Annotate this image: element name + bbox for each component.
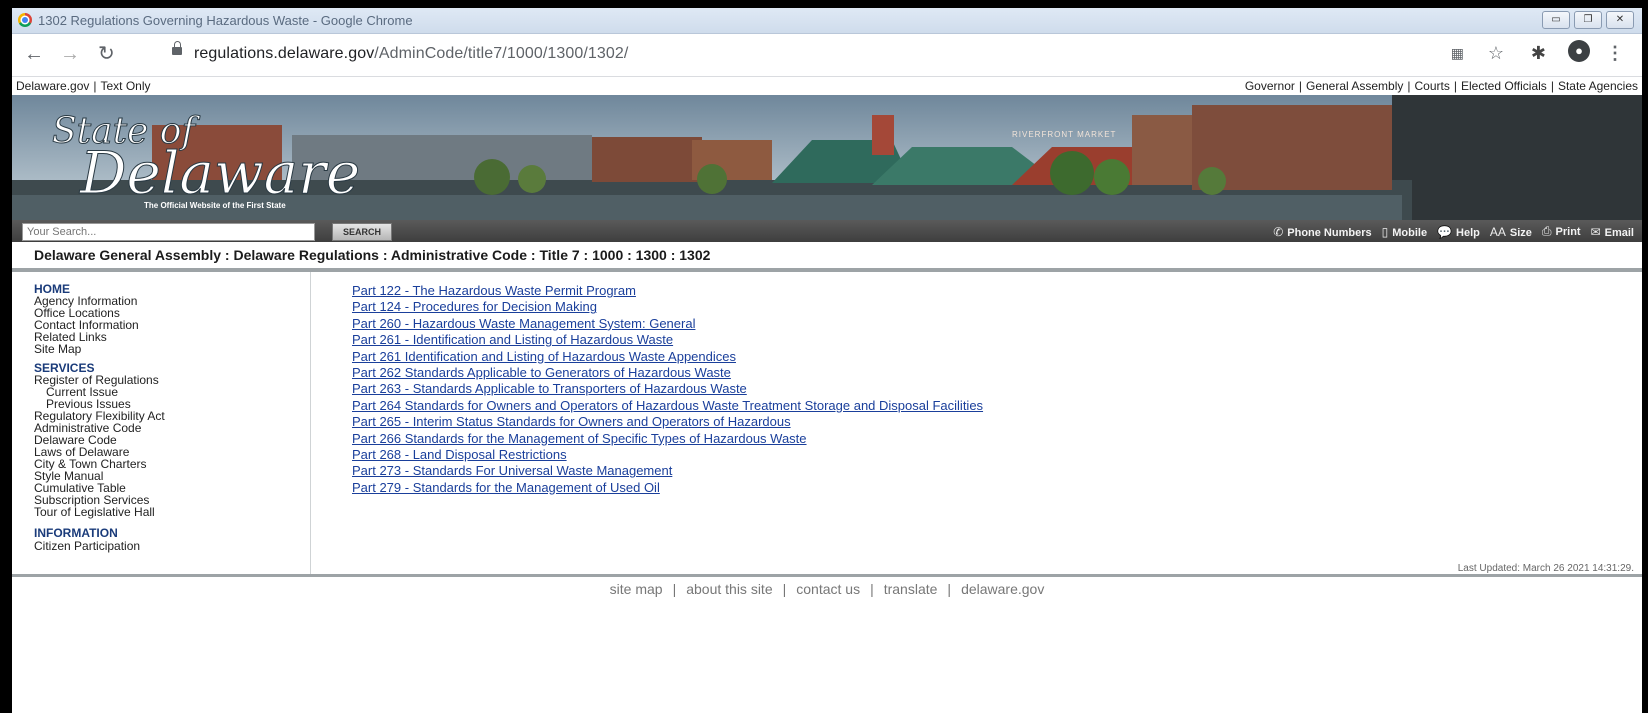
- part-link[interactable]: Part 260 - Hazardous Waste Management Sy…: [352, 316, 983, 332]
- riverfront-photo: RIVERFRONT MARKET State of Delaware The …: [12, 95, 1642, 220]
- part-link[interactable]: Part 268 - Land Disposal Restrictions: [352, 447, 983, 463]
- section-information[interactable]: INFORMATION: [34, 526, 118, 540]
- text-size-icon: AA: [1489, 224, 1506, 239]
- chrome-logo-icon: [18, 13, 32, 27]
- part-link[interactable]: Part 262 Standards Applicable to Generat…: [352, 365, 983, 381]
- riverfront-sign: RIVERFRONT MARKET: [1012, 130, 1116, 139]
- breadcrumb-text: Delaware General Assembly : Delaware Reg…: [34, 247, 711, 263]
- general-assembly-link[interactable]: General Assembly: [1306, 79, 1403, 93]
- delaware-gov-link[interactable]: Delaware.gov: [16, 79, 89, 93]
- courts-link[interactable]: Courts: [1415, 79, 1450, 93]
- forward-arrow-icon[interactable]: →: [60, 43, 80, 65]
- address-bar: ← → ↻ regulations.delaware.gov/AdminCode…: [12, 34, 1642, 77]
- part-link[interactable]: Part 264 Standards for Owners and Operat…: [352, 398, 983, 414]
- breadcrumb: Delaware General Assembly : Delaware Reg…: [12, 243, 1642, 272]
- kebab-menu-icon[interactable]: ⋮: [1606, 43, 1624, 64]
- search-button[interactable]: SEARCH: [332, 223, 392, 241]
- size-link[interactable]: AA Size: [1490, 225, 1532, 239]
- logo-tagline: The Official Website of the First State: [144, 201, 286, 210]
- web-page: Delaware.gov | Text Only Governor | General …: [12, 77, 1642, 713]
- part-link[interactable]: Part 263 - Standards Applicable to Trans…: [352, 381, 983, 397]
- qr-code-icon[interactable]: ▦: [1451, 45, 1464, 62]
- reload-icon[interactable]: ↻: [98, 43, 115, 65]
- sidebar-item-tour-of-legislative-hall[interactable]: Tour of Legislative Hall: [34, 506, 155, 518]
- left-sidebar: HOME Agency Information Office Locations…: [12, 272, 311, 575]
- url-host: regulations.delaware.gov: [194, 45, 375, 62]
- header-banner: RIVERFRONT MARKET State of Delaware The …: [12, 95, 1642, 220]
- window-title: 1302 Regulations Governing Hazardous Was…: [38, 13, 413, 28]
- governor-link[interactable]: Governor: [1245, 79, 1295, 93]
- profile-icon[interactable]: ●: [1568, 40, 1590, 62]
- top-nav: Delaware.gov | Text Only Governor | General …: [16, 79, 1638, 93]
- help-bubble-icon: 💬: [1437, 224, 1453, 239]
- part-link[interactable]: Part 279 - Standards for the Management …: [352, 480, 983, 496]
- footer-divider: [12, 574, 1642, 577]
- email-link[interactable]: ✉ Email: [1591, 225, 1634, 239]
- footer-delaware-gov-link[interactable]: delaware.gov: [961, 581, 1044, 597]
- part-link[interactable]: Part 261 - Identification and Listing of…: [352, 332, 983, 348]
- close-button[interactable]: ✕: [1606, 11, 1634, 29]
- printer-icon: ⎙: [1541, 224, 1552, 238]
- browser-window: 1302 Regulations Governing Hazardous Was…: [12, 8, 1642, 713]
- url-path: /AdminCode/title7/1000/1300/1302/: [374, 45, 629, 62]
- title-bar: 1302 Regulations Governing Hazardous Was…: [12, 8, 1642, 34]
- footer-site-map-link[interactable]: site map: [610, 581, 663, 597]
- mobile-link[interactable]: ▯ Mobile: [1382, 225, 1427, 239]
- parts-list: Part 122 - The Hazardous Waste Permit Pr…: [352, 283, 983, 496]
- search-input[interactable]: [22, 223, 315, 241]
- part-link[interactable]: Part 122 - The Hazardous Waste Permit Pr…: [352, 283, 983, 299]
- puzzle-icon[interactable]: ✱: [1531, 43, 1546, 64]
- last-updated: Last Updated: March 26 2021 14:31:29.: [1457, 563, 1634, 574]
- part-link[interactable]: Part 124 - Procedures for Decision Makin…: [352, 299, 983, 315]
- star-icon[interactable]: ☆: [1488, 43, 1504, 64]
- phone-numbers-link[interactable]: ✆ Phone Numbers: [1273, 225, 1371, 239]
- part-link[interactable]: Part 273 - Standards For Universal Waste…: [352, 463, 983, 479]
- part-link[interactable]: Part 265 - Interim Status Standards for …: [352, 414, 983, 430]
- text-only-link[interactable]: Text Only: [101, 79, 151, 93]
- part-link[interactable]: Part 266 Standards for the Management of…: [352, 431, 983, 447]
- phone-icon: ✆: [1273, 224, 1284, 239]
- logo-delaware: Delaware: [79, 139, 360, 207]
- elected-officials-link[interactable]: Elected Officials: [1461, 79, 1547, 93]
- state-agencies-link[interactable]: State Agencies: [1558, 79, 1638, 93]
- footer-translate-link[interactable]: translate: [884, 581, 938, 597]
- sidebar-item-citizen-participation[interactable]: Citizen Participation: [34, 540, 140, 552]
- help-link[interactable]: 💬 Help: [1437, 225, 1480, 239]
- search-toolbar: SEARCH ✆Phone Numbers ▯Mobile 💬Help AASi…: [12, 220, 1642, 242]
- print-link[interactable]: ⎙ Print: [1542, 224, 1581, 239]
- restore-button[interactable]: ❐: [1574, 11, 1602, 29]
- footer-contact-link[interactable]: contact us: [796, 581, 860, 597]
- back-arrow-icon[interactable]: ←: [24, 43, 44, 65]
- minimize-button[interactable]: ▭: [1542, 11, 1570, 29]
- footer-links: site map | about this site | contact us | tran…: [609, 581, 1045, 597]
- part-link[interactable]: Part 261 Identification and Listing of H…: [352, 349, 983, 365]
- footer-about-link[interactable]: about this site: [686, 581, 772, 597]
- lock-icon[interactable]: [172, 41, 182, 55]
- sidebar-item-site-map[interactable]: Site Map: [34, 343, 81, 355]
- url-field[interactable]: regulations.delaware.gov/AdminCode/title…: [158, 40, 1408, 70]
- mobile-icon: ▯: [1381, 224, 1389, 239]
- envelope-icon: ✉: [1590, 224, 1601, 239]
